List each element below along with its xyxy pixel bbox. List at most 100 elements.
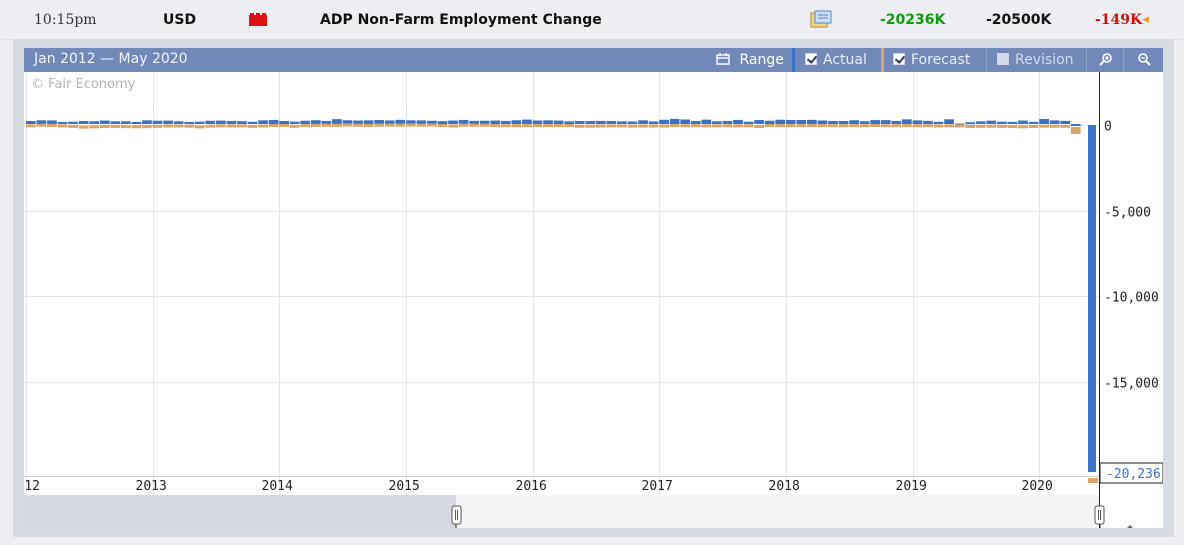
- forecast-marker: [954, 124, 965, 128]
- forecast-marker: [152, 124, 163, 128]
- actual-bar: [1088, 125, 1096, 472]
- actual-bar: [205, 120, 216, 124]
- actual-bar: [669, 118, 680, 124]
- actual-bar: [722, 120, 733, 124]
- forecast-marker: [184, 124, 195, 128]
- actual-bar: [712, 121, 722, 124]
- forecast-marker: [237, 124, 247, 128]
- actual-bar: [511, 120, 522, 124]
- forecast-marker: [1088, 478, 1098, 483]
- navigator-handle[interactable]: [1094, 505, 1105, 525]
- chart-toolbar: Jan 2012 — May 2020 Range Actual Forecas…: [24, 48, 1163, 72]
- actual-bar: [595, 120, 606, 124]
- x-tick-label: 2014: [262, 479, 293, 494]
- actual-bar: [279, 120, 290, 124]
- actual-bar: [1028, 121, 1039, 124]
- revision-checkbox[interactable]: [997, 53, 1009, 65]
- forecast-marker: [648, 124, 659, 128]
- forecast-marker: [617, 124, 627, 128]
- event-currency: USD: [163, 12, 197, 28]
- actual-bar: [353, 120, 363, 124]
- forecast-marker: [975, 124, 986, 128]
- zoom-in-icon[interactable]: [1099, 48, 1113, 72]
- range-button[interactable]: Range: [716, 48, 784, 72]
- forecast-marker: [522, 124, 532, 128]
- actual-bar: [912, 120, 923, 124]
- y-tick-label: -10,000: [1104, 291, 1159, 306]
- forecast-marker: [585, 124, 596, 128]
- forecast-marker: [880, 124, 891, 128]
- actual-checkbox[interactable]: [805, 53, 817, 65]
- zoom-out-icon[interactable]: [1137, 48, 1151, 72]
- up-arrow-icon[interactable]: [1125, 525, 1135, 528]
- forecast-marker: [828, 124, 838, 128]
- actual-bar: [321, 120, 332, 124]
- actual-bar: [237, 121, 247, 124]
- x-tick-label: 2013: [136, 479, 167, 494]
- navigator-handle[interactable]: [451, 505, 462, 525]
- chart-grid: [24, 72, 1099, 502]
- actual-bar: [332, 119, 342, 124]
- forecast-marker: [912, 124, 923, 128]
- y-tick-label: -15,000: [1104, 377, 1159, 392]
- event-previous-value: -149K◀: [1095, 11, 1149, 29]
- forecast-marker: [247, 124, 258, 128]
- toolbar-divider: [1086, 48, 1087, 72]
- forecast-marker: [944, 124, 954, 128]
- event-detail-icon[interactable]: [810, 10, 832, 29]
- actual-bar: [26, 121, 36, 124]
- forecast-marker: [743, 124, 754, 128]
- actual-bar: [268, 119, 279, 124]
- actual-bar: [701, 119, 712, 124]
- actual-bar: [796, 119, 807, 124]
- actual-bar: [68, 121, 78, 124]
- actual-bar: [405, 120, 416, 124]
- forecast-marker: [553, 124, 564, 128]
- actual-bar: [184, 121, 195, 124]
- forecast-marker: [226, 124, 237, 128]
- actual-bar: [427, 120, 437, 124]
- actual-bar: [78, 120, 89, 124]
- actual-bar: [743, 121, 754, 124]
- actual-bar: [500, 120, 511, 124]
- actual-bar: [859, 121, 870, 124]
- actual-bar: [680, 119, 691, 124]
- forecast-marker: [1007, 125, 1018, 128]
- forecast-marker: [564, 124, 574, 128]
- actual-bar: [416, 120, 427, 124]
- range-navigator[interactable]: III: [24, 495, 1135, 528]
- forecast-marker: [205, 124, 216, 128]
- forecast-marker: [595, 124, 606, 128]
- forecast-checkbox[interactable]: [893, 53, 905, 65]
- actual-bar: [300, 120, 311, 124]
- actual-bar: [574, 121, 585, 124]
- forecast-color-marker: [881, 48, 884, 72]
- forecast-marker: [659, 124, 669, 128]
- event-previous-text: -149K: [1095, 12, 1143, 28]
- event-title[interactable]: ADP Non-Farm Employment Change: [320, 11, 602, 29]
- forecast-marker: [395, 123, 406, 127]
- actual-bar: [47, 120, 57, 124]
- actual-bar: [638, 120, 648, 124]
- forecast-marker: [342, 123, 353, 127]
- actual-bar: [817, 120, 828, 124]
- x-tick-label: 2017: [642, 479, 673, 494]
- actual-bar: [120, 121, 131, 124]
- actual-bar: [733, 119, 743, 124]
- watermark: © Fair Economy: [31, 77, 136, 92]
- actual-bar: [617, 121, 627, 124]
- forecast-marker: [1060, 124, 1071, 128]
- calendar-event-row[interactable]: 10:15pm USD ADP Non-Farm Employment Chan…: [0, 0, 1184, 40]
- actual-toggle[interactable]: Actual: [805, 48, 867, 72]
- chart-svg[interactable]: © Fair Economy 0 -5,000 -10,000 -15,000 -20,…: [24, 72, 1163, 528]
- actual-bar: [785, 119, 796, 124]
- actual-bar: [870, 120, 881, 124]
- forecast-toggle[interactable]: Forecast: [893, 48, 970, 72]
- forecast-marker: [638, 124, 648, 128]
- forecast-marker: [300, 124, 311, 128]
- actual-bar: [152, 120, 163, 124]
- date-range-label: Jan 2012 — May 2020: [34, 51, 188, 67]
- revision-toggle[interactable]: Revision: [997, 48, 1074, 72]
- forecast-marker: [764, 124, 775, 127]
- forecast-marker: [479, 123, 490, 127]
